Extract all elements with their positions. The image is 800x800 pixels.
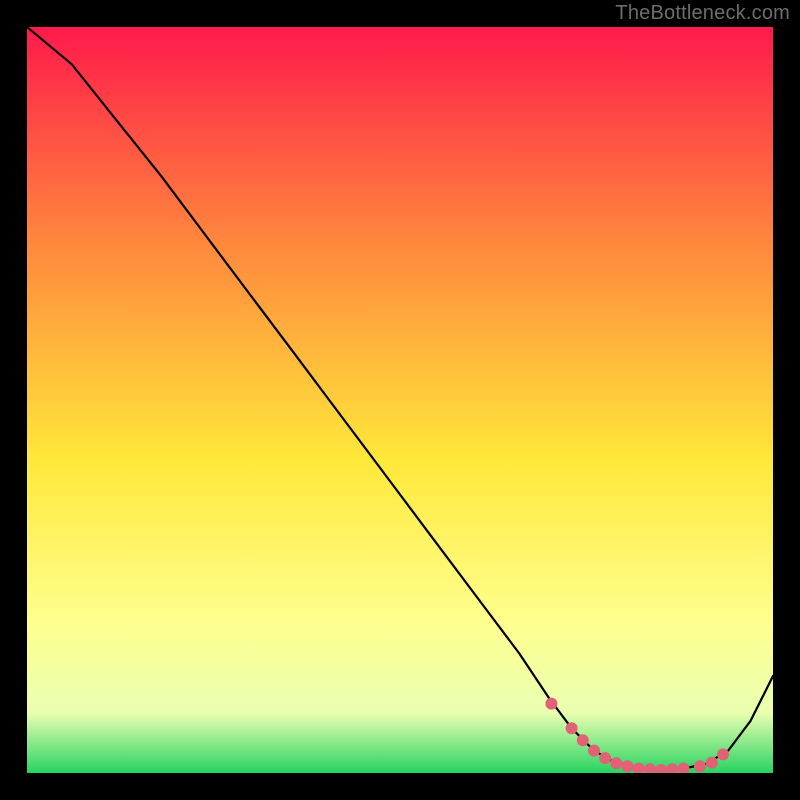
curve-marker	[566, 722, 578, 734]
curve-marker	[599, 752, 611, 764]
chart-frame: TheBottleneck.com	[0, 0, 800, 800]
curve-marker	[622, 760, 634, 772]
curve-marker	[610, 757, 622, 769]
curve-marker	[706, 757, 718, 769]
curve-marker	[717, 748, 729, 760]
curve-marker	[694, 760, 706, 772]
watermark-text: TheBottleneck.com	[615, 2, 790, 25]
curve-marker	[588, 745, 600, 757]
plot-area	[27, 27, 773, 773]
curve-marker	[577, 734, 589, 746]
curve-marker	[545, 698, 557, 710]
chart-svg	[27, 27, 773, 773]
gradient-background	[27, 27, 773, 773]
